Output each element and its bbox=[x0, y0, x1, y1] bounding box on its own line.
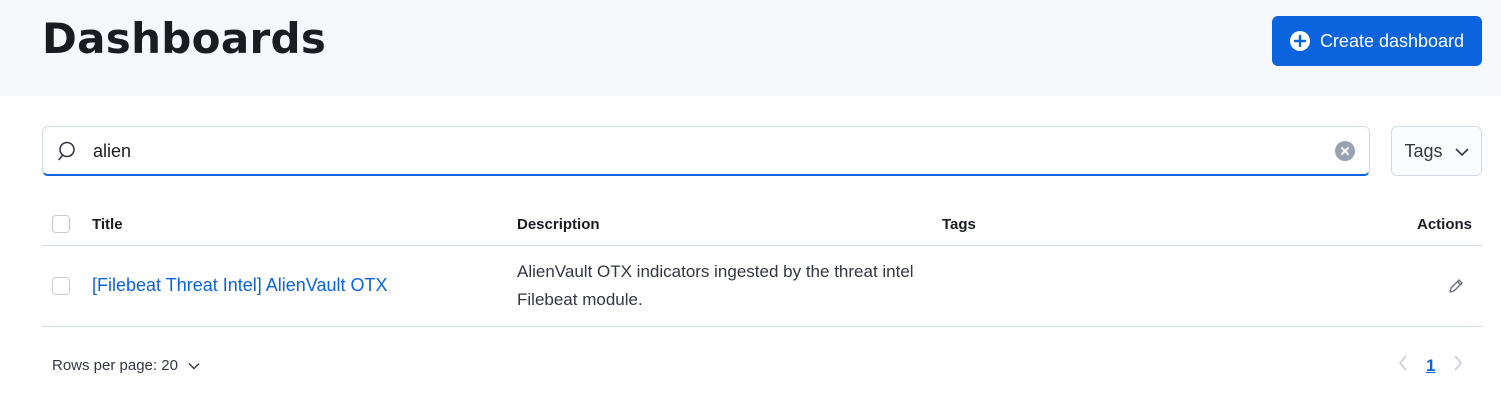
chevron-down-icon bbox=[1454, 141, 1469, 162]
row-description: AlienVault OTX indicators ingested by th… bbox=[517, 262, 914, 309]
header-divider bbox=[42, 245, 1482, 246]
page-title: Dashboards bbox=[42, 14, 327, 63]
search-box bbox=[42, 126, 1370, 176]
plus-circle-icon bbox=[1289, 31, 1310, 51]
create-dashboard-button[interactable]: Create dashboard bbox=[1272, 16, 1482, 66]
chevron-right-icon[interactable] bbox=[1453, 355, 1463, 376]
chevron-left-icon[interactable] bbox=[1398, 355, 1408, 376]
chevron-down-icon bbox=[188, 357, 200, 374]
column-header-description: Description bbox=[517, 216, 600, 233]
row-title-link[interactable]: [Filebeat Threat Intel] AlienVault OTX bbox=[92, 275, 388, 296]
create-dashboard-label: Create dashboard bbox=[1319, 30, 1465, 51]
row-divider bbox=[42, 326, 1482, 327]
rows-per-page-label: Rows per page: 20 bbox=[52, 357, 178, 374]
row-checkbox[interactable] bbox=[52, 277, 70, 295]
column-header-title[interactable]: Title bbox=[92, 216, 123, 233]
pencil-icon[interactable] bbox=[1446, 276, 1466, 296]
tags-filter-button[interactable]: Tags bbox=[1391, 126, 1482, 176]
column-header-tags: Tags bbox=[942, 216, 976, 233]
search-input[interactable] bbox=[93, 137, 1323, 165]
pagination: 1 bbox=[1398, 355, 1463, 376]
page-number[interactable]: 1 bbox=[1426, 356, 1435, 376]
column-header-actions: Actions bbox=[1417, 216, 1473, 233]
rows-per-page-button[interactable]: Rows per page: 20 bbox=[52, 357, 200, 374]
page-header: Dashboards Create dashboard bbox=[0, 0, 1501, 96]
select-all-checkbox[interactable] bbox=[52, 215, 70, 233]
clear-icon[interactable] bbox=[1335, 141, 1355, 161]
search-icon bbox=[57, 140, 79, 162]
tags-filter-label: Tags bbox=[1404, 140, 1443, 161]
